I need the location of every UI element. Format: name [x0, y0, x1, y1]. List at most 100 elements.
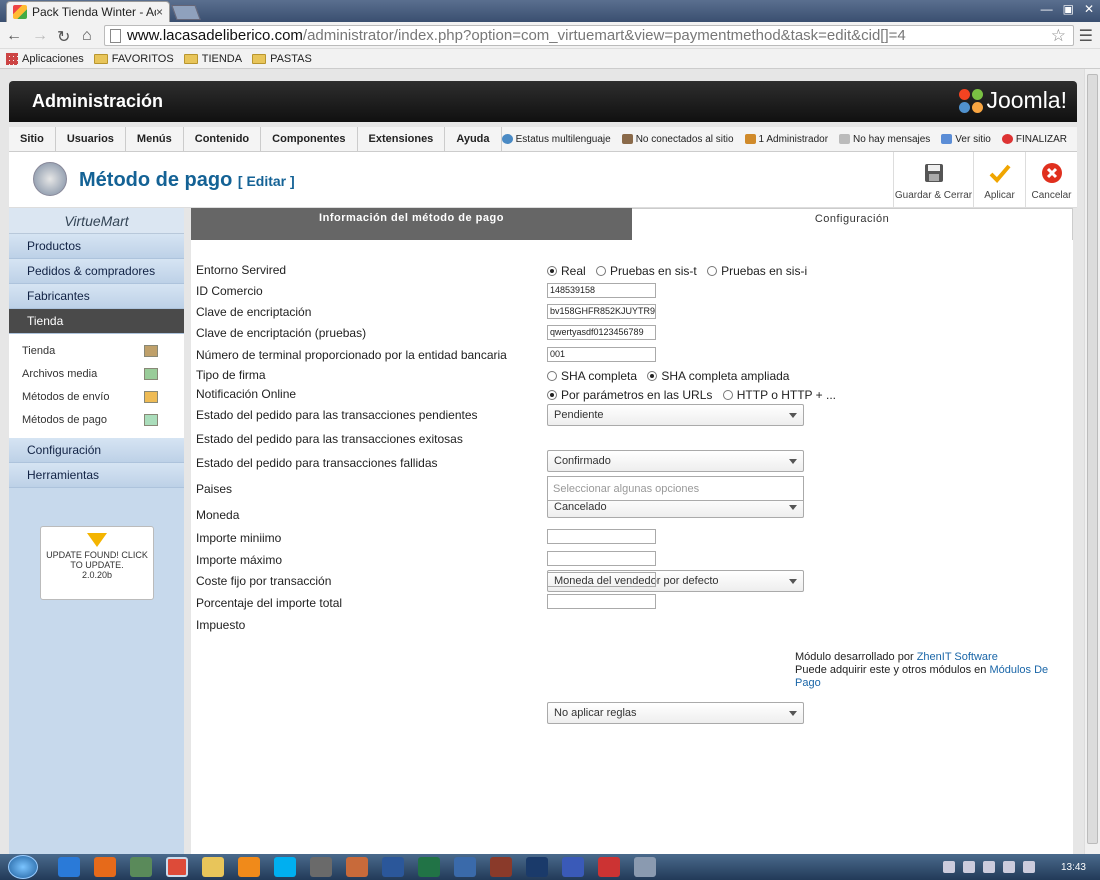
maximize-icon[interactable]: ▣ [1063, 2, 1074, 16]
sidebar-item-herramientas[interactable]: Herramientas [9, 463, 184, 488]
skype-icon[interactable] [274, 857, 296, 877]
coste-fijo-input[interactable] [547, 572, 656, 587]
radio-sha-completa[interactable]: SHA completa [547, 369, 637, 383]
sidebar-item-pedidos[interactable]: Pedidos & compradores [9, 259, 184, 284]
media-player-icon[interactable] [238, 857, 260, 877]
terminal-input[interactable]: 001 [547, 347, 656, 362]
tab-info[interactable]: Información del método de pago [191, 208, 632, 240]
close-tab-icon[interactable]: × [156, 5, 163, 19]
menu-extensiones[interactable]: Extensiones [358, 126, 446, 152]
app-icon[interactable] [130, 857, 152, 877]
sidebar-item-fabricantes[interactable]: Fabricantes [9, 284, 184, 309]
status-multilanguage[interactable]: Estatus multilenguaje [501, 134, 611, 145]
reload-icon[interactable]: ↻ [57, 27, 70, 47]
radio-pruebas-sis-t[interactable]: Pruebas en sis-t [596, 264, 697, 278]
submenu-metodos-envio[interactable]: Métodos de envío [9, 386, 184, 409]
impuesto-select[interactable]: No aplicar reglas [547, 702, 804, 724]
firefox-icon[interactable] [94, 857, 116, 877]
tray-icon[interactable] [962, 861, 975, 873]
menu-ayuda[interactable]: Ayuda [445, 126, 502, 152]
radio-parametros-urls[interactable]: Por parámetros en las URLs [547, 388, 712, 402]
minimize-icon[interactable]: — [1041, 2, 1053, 16]
porcentaje-input[interactable] [547, 594, 656, 609]
label-moneda: Moneda [196, 508, 240, 522]
close-window-icon[interactable]: ✕ [1084, 2, 1094, 16]
windows-taskbar: 13:43 [0, 854, 1100, 880]
bookmark-star-icon[interactable]: ☆ [1051, 26, 1066, 46]
sidebar-item-configuracion[interactable]: Configuración [9, 438, 184, 463]
id-comercio-input[interactable]: 148539158 [547, 283, 656, 298]
submenu-tienda[interactable]: Tienda [9, 340, 184, 363]
clock[interactable]: 13:43 [1061, 862, 1086, 873]
photoshop-icon[interactable] [526, 857, 548, 877]
excel-icon[interactable] [418, 857, 440, 877]
submenu-metodos-pago[interactable]: Métodos de pago [9, 409, 184, 432]
virtuemart-sidebar: VirtueMart Productos Pedidos & comprador… [9, 208, 184, 854]
paises-multiselect[interactable]: Seleccionar algunas opciones [547, 476, 804, 501]
signal-icon[interactable] [1002, 861, 1015, 873]
transfer-icon[interactable] [634, 857, 656, 877]
ie-icon[interactable] [58, 857, 80, 877]
zhenit-link[interactable]: ZhenIT Software [917, 651, 998, 663]
browser-menu-icon[interactable]: ☰ [1079, 26, 1093, 46]
record-icon[interactable] [598, 857, 620, 877]
url-input[interactable]: www.lacasadeliberico.com/administrator/i… [104, 25, 1074, 46]
submenu-archivos-media[interactable]: Archivos media [9, 363, 184, 386]
tool-icon[interactable] [562, 857, 584, 877]
exitosas-select[interactable]: Confirmado [547, 450, 804, 472]
scrollbar-thumb[interactable] [1087, 74, 1098, 844]
bookmark-tienda[interactable]: TIENDA [183, 53, 242, 65]
tray-icon[interactable] [982, 861, 995, 873]
sidebar-item-productos[interactable]: Productos [9, 234, 184, 259]
back-arrow-icon[interactable]: ← [6, 27, 22, 45]
start-button[interactable] [8, 855, 38, 879]
mail-icon [839, 134, 851, 145]
forward-arrow-icon[interactable]: → [32, 27, 48, 45]
radio-http[interactable]: HTTP o HTTP + ... [722, 388, 836, 402]
explorer-icon[interactable] [202, 857, 224, 877]
importe-minimo-input[interactable] [547, 529, 656, 544]
menu-usuarios[interactable]: Usuarios [56, 126, 126, 152]
browser-tab[interactable]: Pack Tienda Winter - Adm × [6, 1, 170, 22]
home-icon[interactable]: ⌂ [82, 27, 92, 45]
joomla-logo[interactable]: Joomla! [959, 87, 1067, 114]
save-close-button[interactable]: Guardar & Cerrar [893, 152, 973, 208]
chrome-icon[interactable] [166, 857, 188, 877]
status-view-site[interactable]: Ver sitio [941, 134, 991, 145]
label-fallidas: Estado del pedido para transacciones fal… [196, 456, 438, 470]
clave-input[interactable]: bv158GHFR852KJUYTR96 [547, 304, 656, 319]
tray-icon[interactable] [942, 861, 955, 873]
bookmark-apps[interactable]: Aplicaciones [6, 52, 84, 65]
entorno-radio-group: Real Pruebas en sis-t Pruebas en sis-i [547, 264, 814, 279]
pendientes-select[interactable]: Pendiente [547, 404, 804, 426]
word-icon[interactable] [382, 857, 404, 877]
radio-pruebas-sis-i[interactable]: Pruebas en sis-i [707, 264, 807, 278]
tab-configuracion[interactable]: Configuración [632, 208, 1073, 240]
clave-pruebas-input[interactable]: qwertyasdf0123456789 [547, 325, 656, 340]
volume-icon[interactable] [1022, 861, 1035, 873]
apply-button[interactable]: Aplicar [973, 152, 1025, 208]
menu-menus[interactable]: Menús [126, 126, 184, 152]
system-tray: 13:43 [942, 854, 1086, 880]
menu-componentes[interactable]: Componentes [261, 126, 358, 152]
bookmark-favoritos[interactable]: FAVORITOS [93, 53, 174, 65]
paint-icon[interactable] [346, 857, 368, 877]
bookmark-pastas[interactable]: PASTAS [252, 53, 312, 65]
status-messages[interactable]: No hay mensajes [839, 134, 930, 145]
radio-sha-ampliada[interactable]: SHA completa ampliada [647, 369, 789, 383]
status-logout[interactable]: FINALIZAR [1001, 134, 1067, 145]
menu-contenido[interactable]: Contenido [184, 126, 262, 152]
status-visitors: No conectados al sitio [621, 134, 734, 145]
new-tab-button[interactable] [171, 5, 201, 20]
admin-user-icon [744, 134, 756, 145]
network-icon[interactable] [454, 857, 476, 877]
menu-sitio[interactable]: Sitio [9, 126, 56, 152]
cancel-button[interactable]: Cancelar [1025, 152, 1077, 208]
sidebar-item-tienda[interactable]: Tienda [9, 309, 184, 334]
vertical-scrollbar[interactable] [1084, 69, 1100, 854]
update-notice[interactable]: UPDATE FOUND! CLICK TO UPDATE. 2.0.20b [40, 526, 154, 600]
calculator-icon[interactable] [310, 857, 332, 877]
importe-maximo-input[interactable] [547, 551, 656, 566]
radio-real[interactable]: Real [547, 264, 586, 278]
books-icon[interactable] [490, 857, 512, 877]
